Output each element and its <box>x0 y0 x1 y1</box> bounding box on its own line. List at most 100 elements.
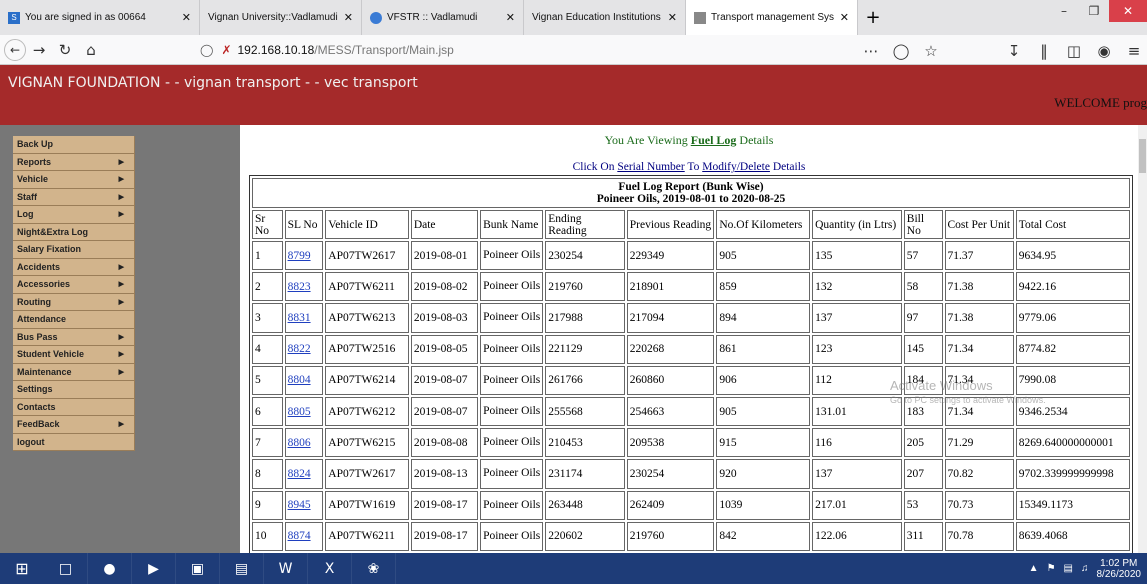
tray-arrow-icon[interactable]: ▲ <box>1029 563 1039 574</box>
volume-icon[interactable]: ♫ <box>1081 563 1089 574</box>
account-icon[interactable]: ◉ <box>1091 38 1117 64</box>
firefox-icon[interactable]: ● <box>88 553 132 584</box>
forward-arrow-icon[interactable]: → <box>26 37 52 63</box>
page-actions-icon[interactable]: ⋯ <box>858 38 884 64</box>
fuel-log-link[interactable]: Fuel Log <box>691 133 737 147</box>
excel-icon[interactable]: X <box>308 553 352 584</box>
table-cell: Poineer Oils <box>480 490 544 520</box>
restore-icon[interactable]: ❐ <box>1079 0 1109 22</box>
sidebar-item-student-vehicle[interactable]: Student Vehicle ▶ <box>13 346 135 364</box>
insecure-lock-icon[interactable]: ✗ <box>221 43 231 57</box>
sidebar-item-vehicle[interactable]: Vehicle ▶ <box>13 171 135 189</box>
media-player-icon[interactable]: ▶ <box>132 553 176 584</box>
serial-number-link[interactable]: 8831 <box>284 303 324 333</box>
shield-icon[interactable]: ◯ <box>200 43 213 57</box>
table-cell: 70.78 <box>944 521 1014 551</box>
serial-number-link[interactable]: 8822 <box>284 334 324 364</box>
table-cell: 9779.06 <box>1015 303 1130 333</box>
library-icon[interactable]: ‖ <box>1031 38 1057 64</box>
sidebar-item-back-up[interactable]: Back Up <box>13 136 135 154</box>
file-manager-icon[interactable]: □ <box>44 553 88 584</box>
serial-number-link[interactable]: 8874 <box>284 521 324 551</box>
bookmark-star-icon[interactable]: ☆ <box>918 38 944 64</box>
table-cell: 218901 <box>626 272 715 302</box>
browser-tab-bar: S You are signed in as 00664 ✕ Vignan Unive… <box>0 0 1147 35</box>
sidebar-item-maintenance[interactable]: Maintenance ▶ <box>13 363 135 381</box>
sidebar-item-feedback[interactable]: FeedBack ▶ <box>13 416 135 434</box>
sidebar-item-label: Back Up <box>17 139 54 150</box>
table-cell: 915 <box>716 428 811 458</box>
sidebar-item-label: Contacts <box>17 401 56 412</box>
serial-number-link[interactable]: 8823 <box>284 272 324 302</box>
tab-close-icon[interactable]: ✕ <box>182 11 191 24</box>
word-icon[interactable]: W <box>264 553 308 584</box>
paint-icon[interactable]: ❀ <box>352 553 396 584</box>
tab-label: Vignan University::Vadlamudi, Gunt <box>208 12 338 23</box>
sidebar-item-contacts[interactable]: Contacts <box>13 398 135 416</box>
network-icon[interactable]: ▤ <box>1064 563 1073 574</box>
sidebar-item-logout[interactable]: logout <box>13 433 135 451</box>
table-cell: 5 <box>252 365 283 395</box>
address-bar[interactable]: ◯ ✗ 192.168.10.18/MESS/Transport/Main.js… <box>200 38 800 62</box>
sidebar-item-staff[interactable]: Staff ▶ <box>13 188 135 206</box>
close-window-icon[interactable]: ✕ <box>1109 0 1147 22</box>
table-cell: 71.34 <box>944 334 1014 364</box>
browser-tab-2[interactable]: Vignan University::Vadlamudi, Gunt ✕ <box>200 0 362 35</box>
sidebar-item-label: Accidents <box>17 261 61 272</box>
fuel-log-table: Fuel Log Report (Bunk Wise) Poineer Oils,… <box>249 175 1133 553</box>
network-app-icon[interactable]: ▣ <box>176 553 220 584</box>
table-header-row: Sr No SL No Vehicle ID Date Bunk Name Ending … <box>252 210 1130 239</box>
sidebar-toggle-icon[interactable]: ◫ <box>1061 38 1087 64</box>
hamburger-menu-icon[interactable]: ≡ <box>1121 38 1147 64</box>
instruction-mid: To <box>684 161 703 173</box>
browser-tab-5[interactable]: Transport management System ✕ <box>686 0 858 35</box>
windows-start-icon[interactable]: ⊞ <box>0 553 44 584</box>
folder-icon[interactable]: ▤ <box>220 553 264 584</box>
serial-number-link[interactable]: 8804 <box>284 365 324 395</box>
home-icon[interactable]: ⌂ <box>78 37 104 63</box>
new-tab-icon[interactable]: + <box>858 0 888 35</box>
sidebar-item-reports[interactable]: Reports ▶ <box>13 153 135 171</box>
serial-number-link[interactable]: Serial Number <box>617 161 684 173</box>
sidebar-item-attendance[interactable]: Attendance <box>13 311 135 329</box>
browser-tab-3[interactable]: VFSTR :: Vadlamudi ✕ <box>362 0 524 35</box>
scrollbar-thumb[interactable] <box>1139 139 1146 173</box>
reload-icon[interactable]: ↻ <box>52 37 78 63</box>
minimize-icon[interactable]: – <box>1049 0 1079 22</box>
table-cell: 15349.1173 <box>1015 490 1130 520</box>
sidebar-item-night-extra-log[interactable]: Night&Extra Log <box>13 223 135 241</box>
tab-close-icon[interactable]: ✕ <box>668 11 677 24</box>
table-cell: Poineer Oils <box>480 396 544 427</box>
browser-tab-4[interactable]: Vignan Education Institutions ✕ <box>524 0 686 35</box>
tab-close-icon[interactable]: ✕ <box>344 11 353 24</box>
sidebar-item-accessories[interactable]: Accessories ▶ <box>13 276 135 294</box>
clock[interactable]: 1:02 PM 8/26/2020 <box>1097 558 1142 580</box>
sidebar-item-bus-pass[interactable]: Bus Pass ▶ <box>13 328 135 346</box>
download-icon[interactable]: ↧ <box>1001 38 1027 64</box>
pocket-icon[interactable]: ◯ <box>888 38 914 64</box>
viewing-suffix: Details <box>736 133 774 147</box>
sidebar-item-routing[interactable]: Routing ▶ <box>13 293 135 311</box>
serial-number-link[interactable]: 8945 <box>284 490 324 520</box>
sidebar-item-log[interactable]: Log ▶ <box>13 206 135 224</box>
tab-close-icon[interactable]: ✕ <box>840 11 849 24</box>
serial-number-link[interactable]: 8805 <box>284 396 324 427</box>
sidebar-item-accidents[interactable]: Accidents ▶ <box>13 258 135 276</box>
tab-close-icon[interactable]: ✕ <box>506 11 515 24</box>
browser-tab-1[interactable]: S You are signed in as 00664 ✕ <box>0 0 200 35</box>
viewing-heading: You Are Viewing Fuel Log Details <box>240 133 1138 148</box>
serial-number-link[interactable]: 8799 <box>284 241 324 271</box>
sidebar-item-settings[interactable]: Settings <box>13 381 135 399</box>
viewing-prefix: You Are Viewing <box>604 133 691 147</box>
table-cell: AP07TW2617 <box>325 459 409 489</box>
serial-number-link[interactable]: 8806 <box>284 428 324 458</box>
flag-icon[interactable]: ⚑ <box>1047 563 1056 574</box>
sidebar-item-salary-fixation[interactable]: Salary Fixation <box>13 241 135 259</box>
serial-number-link[interactable]: 8824 <box>284 459 324 489</box>
back-arrow-icon[interactable]: ← <box>4 38 26 61</box>
table-cell: 137 <box>812 303 902 333</box>
table-row: 1 8799 AP07TW2617 2019-08-01 Poineer Oils 230… <box>252 241 1130 271</box>
vertical-scrollbar[interactable] <box>1138 125 1147 553</box>
modify-delete-link[interactable]: Modify/Delete <box>702 161 770 173</box>
sidebar-item-label: Night&Extra Log <box>17 226 88 237</box>
